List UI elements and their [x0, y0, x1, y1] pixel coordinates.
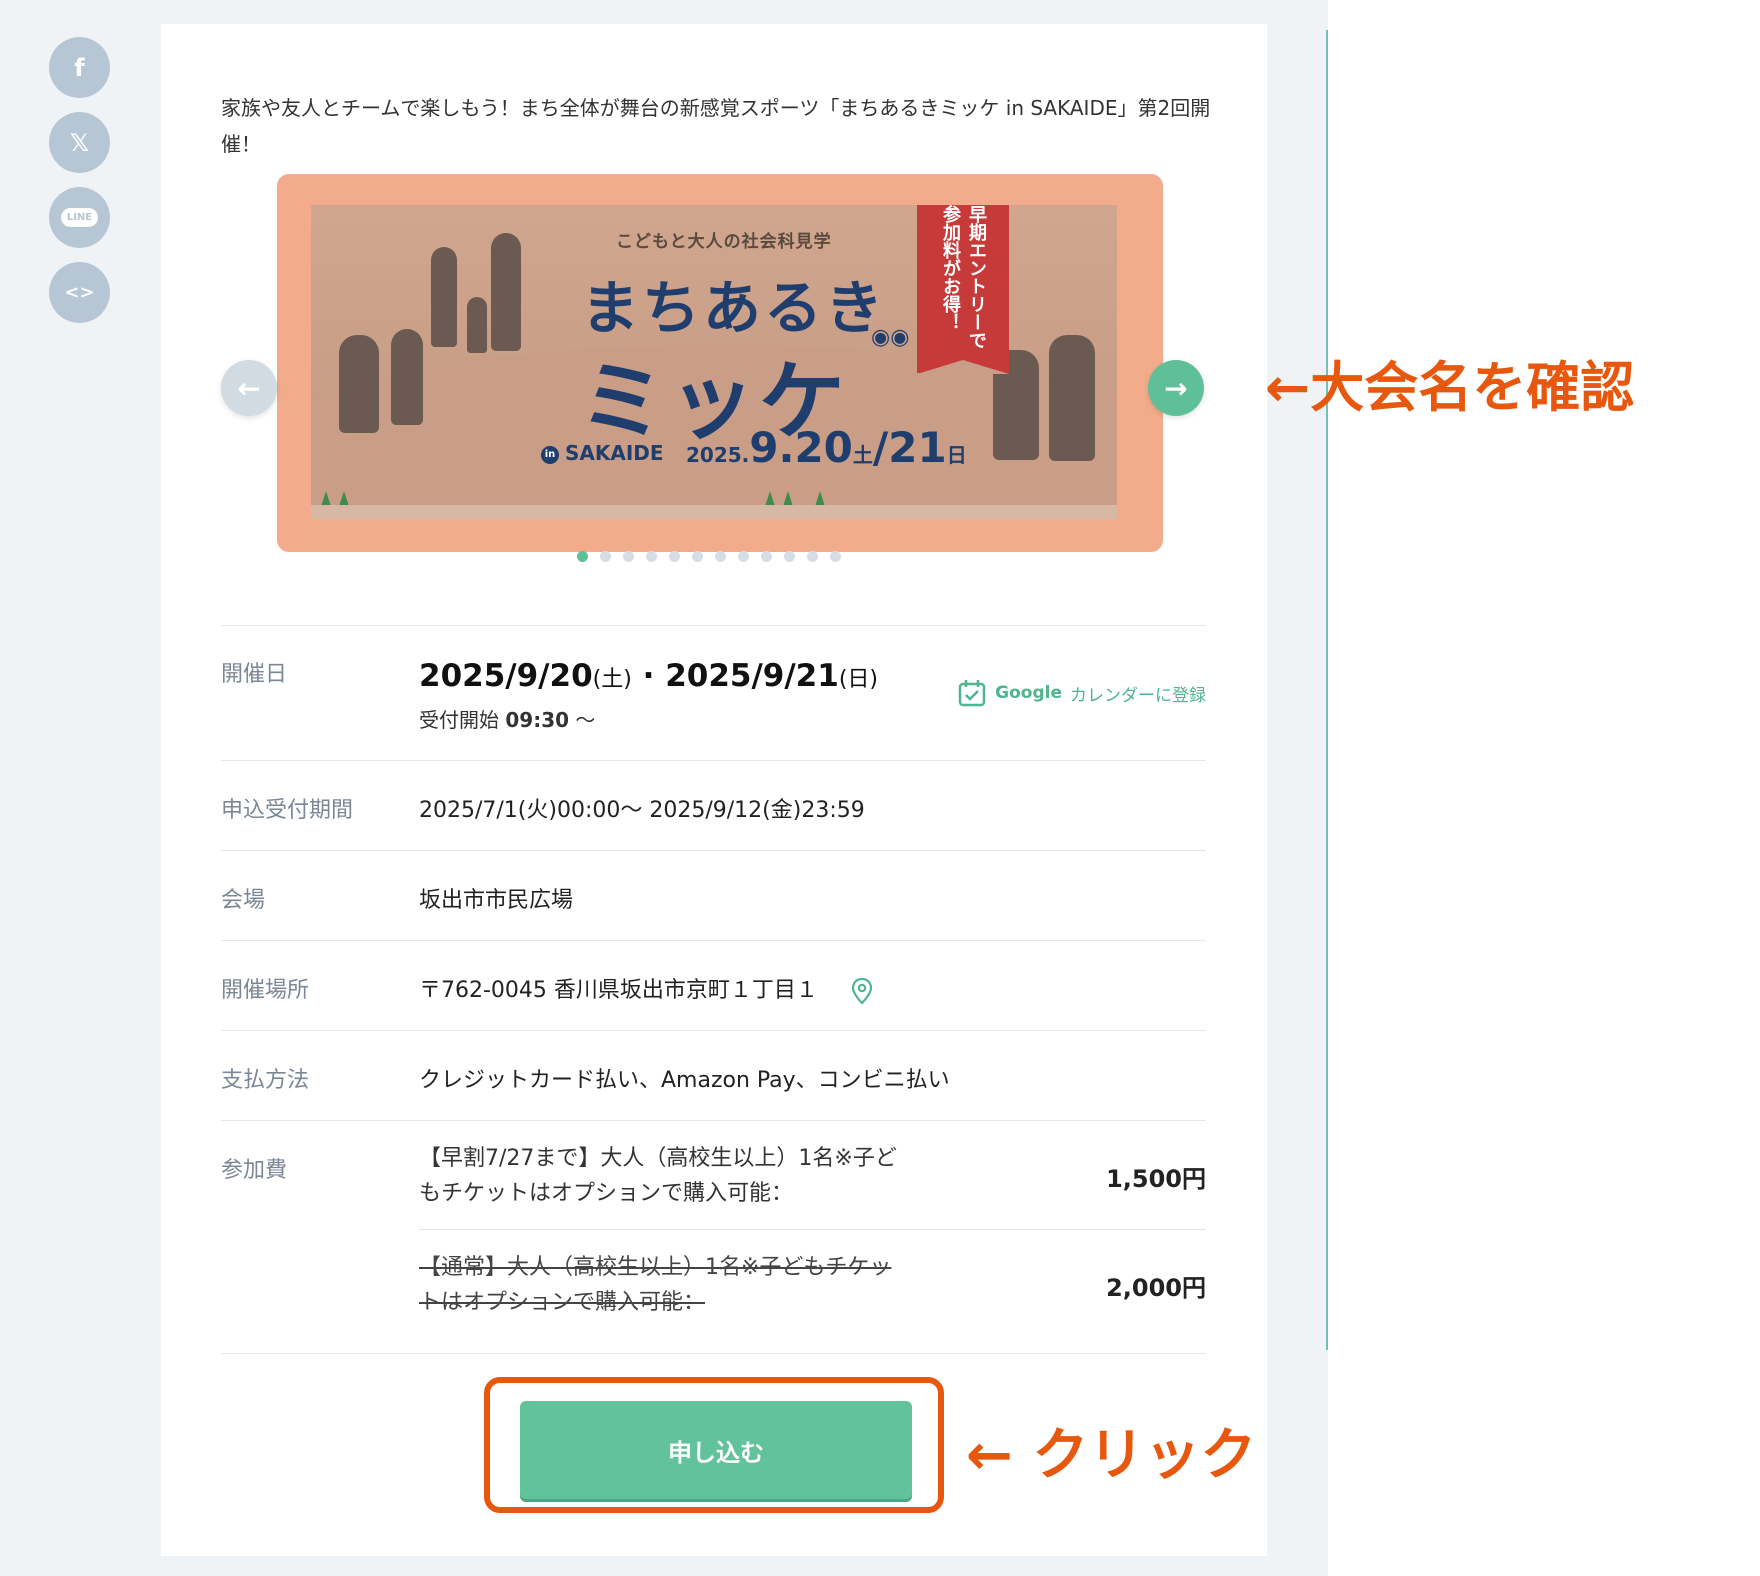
google-calendar-link[interactable]: Google カレンダーに登録: [957, 678, 1206, 708]
banner-figure: [491, 233, 521, 351]
date-day-2: (日): [838, 667, 878, 692]
banner-date-year: 2025.: [686, 443, 750, 467]
carousel-prev-button[interactable]: ←: [221, 360, 277, 416]
fee-regular-price: 2,000円: [1106, 1274, 1206, 1302]
venue-label: 会場: [221, 888, 266, 913]
banner-location: in SAKAIDE: [541, 441, 664, 465]
gcal-text: カレンダーに登録: [1070, 685, 1206, 706]
row-payment: 支払方法 クレジットカード払い、Amazon Pay、コンビニ払い: [221, 1031, 1206, 1121]
facebook-icon: f: [74, 53, 85, 82]
reception-time: 09:30: [505, 708, 570, 732]
x-share-button[interactable]: 𝕏: [49, 112, 110, 173]
payment-label: 支払方法: [221, 1068, 310, 1093]
facebook-share-button[interactable]: f: [49, 37, 110, 98]
event-intro: 家族や友人とチームで楽しもう！まち全体が舞台の新感覚スポーツ「まちあるきミッケ …: [221, 96, 1211, 156]
event-banner-image[interactable]: こどもと大人の社会科見学 まちあるき ミッケ ◉◉ in SAKAIDE 2025…: [311, 205, 1117, 519]
arrow-left-icon: ←: [237, 371, 261, 405]
right-edge-line: [1326, 30, 1328, 1350]
fee-early-desc: 【早割7/27まで】大人（高校生以上）1名※子どもチケットはオプションで購入可能…: [419, 1146, 897, 1206]
fee-regular: 【通常】大人（高校生以上）1名※子どもチケットはオプションで購入可能： 2,00…: [419, 1230, 1206, 1352]
arrow-right-icon: →: [1164, 371, 1188, 405]
banner-date-day2: 日: [946, 443, 967, 467]
banner-figure: [467, 297, 487, 353]
carousel-dot[interactable]: [692, 551, 703, 562]
banner-figure: [1049, 335, 1095, 461]
annotation-click: ← クリック: [966, 1423, 1257, 1488]
carousel-dot[interactable]: [715, 551, 726, 562]
payment-value: クレジットカード払い、Amazon Pay、コンビニ払い: [419, 1068, 950, 1093]
place-value: 〒762-0045 香川県坂出市京町１丁目１: [419, 978, 818, 1003]
line-share-button[interactable]: LINE: [49, 187, 110, 248]
date-label: 開催日: [221, 662, 288, 687]
annotation-check-name: ←大会名を確認: [1265, 356, 1635, 419]
event-dates: 2025/9/20(土) · 2025/9/21(日): [419, 658, 878, 694]
banner-date: 2025.9.20土/21日: [686, 423, 967, 472]
date-day-1: (土): [592, 667, 632, 692]
fee-label: 参加費: [221, 1158, 288, 1183]
date-value-2: 2025/9/21: [665, 658, 839, 694]
fee-early-price: 1,500円: [1106, 1165, 1206, 1193]
banner-figure: [391, 329, 423, 425]
calendar-check-icon: [958, 680, 986, 707]
line-icon: LINE: [60, 208, 99, 227]
early-entry-ribbon: 早期エントリーで参加料がお得！: [917, 205, 1009, 374]
eyes-icon: ◉◉: [871, 325, 910, 350]
carousel-dot[interactable]: [784, 551, 795, 562]
row-fee: 参加費 【早割7/27まで】大人（高校生以上）1名※子どもチケットはオプションで…: [221, 1121, 1206, 1354]
banner-date-day1: 土: [852, 443, 873, 467]
row-venue: 会場 坂出市市民広場: [221, 851, 1206, 941]
period-label: 申込受付期間: [221, 798, 354, 823]
banner-ground: [311, 505, 1117, 519]
gcal-brand: Google: [995, 683, 1062, 703]
date-value-1: 2025/9/20: [419, 658, 593, 694]
banner-location-text: SAKAIDE: [565, 441, 664, 465]
fee-early: 【早割7/27まで】大人（高校生以上）1名※子どもチケットはオプションで購入可能…: [419, 1121, 1206, 1230]
carousel-dot[interactable]: [646, 551, 657, 562]
embed-button[interactable]: <>: [49, 262, 110, 323]
banner-subtitle: こどもと大人の社会科見学: [616, 232, 832, 252]
carousel-dot[interactable]: [577, 551, 588, 562]
carousel-dot[interactable]: [600, 551, 611, 562]
banner-figure: [431, 247, 457, 347]
map-pin-icon[interactable]: [851, 977, 873, 1005]
event-card: 家族や友人とチームで楽しもう！まち全体が舞台の新感覚スポーツ「まちあるきミッケ …: [161, 24, 1267, 1556]
image-carousel: こどもと大人の社会科見学 まちあるき ミッケ ◉◉ in SAKAIDE 2025…: [277, 174, 1163, 552]
x-icon: 𝕏: [69, 128, 90, 157]
row-date: 開催日 2025/9/20(土) · 2025/9/21(日) 受付開始 09:…: [221, 626, 1206, 761]
row-period: 申込受付期間 2025/7/1(火)00:00〜 2025/9/12(金)23:…: [221, 761, 1206, 851]
venue-value: 坂出市市民広場: [419, 888, 574, 913]
carousel-dots: [577, 551, 841, 562]
place-label: 開催場所: [221, 978, 310, 1003]
banner-date-slash: /21: [872, 423, 947, 472]
reception-label: 受付開始: [419, 708, 499, 732]
reception-start: 受付開始 09:30 〜: [419, 704, 595, 733]
row-place: 開催場所 〒762-0045 香川県坂出市京町１丁目１: [221, 941, 1206, 1031]
event-details-table: 開催日 2025/9/20(土) · 2025/9/21(日) 受付開始 09:…: [221, 625, 1206, 1354]
reception-suffix: 〜: [575, 708, 596, 732]
period-value: 2025/7/1(火)00:00〜 2025/9/12(金)23:59: [419, 798, 865, 823]
embed-icon: <>: [64, 282, 95, 303]
banner-in-badge: in: [541, 445, 559, 464]
banner-figure: [339, 335, 379, 433]
apply-button[interactable]: 申し込む: [520, 1401, 912, 1499]
carousel-dot[interactable]: [761, 551, 772, 562]
place-value-wrap: 〒762-0045 香川県坂出市京町１丁目１: [419, 972, 873, 1005]
carousel-dot[interactable]: [830, 551, 841, 562]
carousel-next-button[interactable]: →: [1148, 360, 1204, 416]
carousel-dot[interactable]: [738, 551, 749, 562]
banner-date-main: 9.20: [749, 423, 853, 472]
fee-regular-desc: 【通常】大人（高校生以上）1名※子どもチケットはオプションで購入可能：: [419, 1255, 892, 1315]
carousel-dot[interactable]: [807, 551, 818, 562]
share-buttons: f 𝕏 LINE <>: [49, 37, 110, 337]
date-separator: ·: [631, 658, 666, 694]
carousel-dot[interactable]: [623, 551, 634, 562]
carousel-dot[interactable]: [669, 551, 680, 562]
